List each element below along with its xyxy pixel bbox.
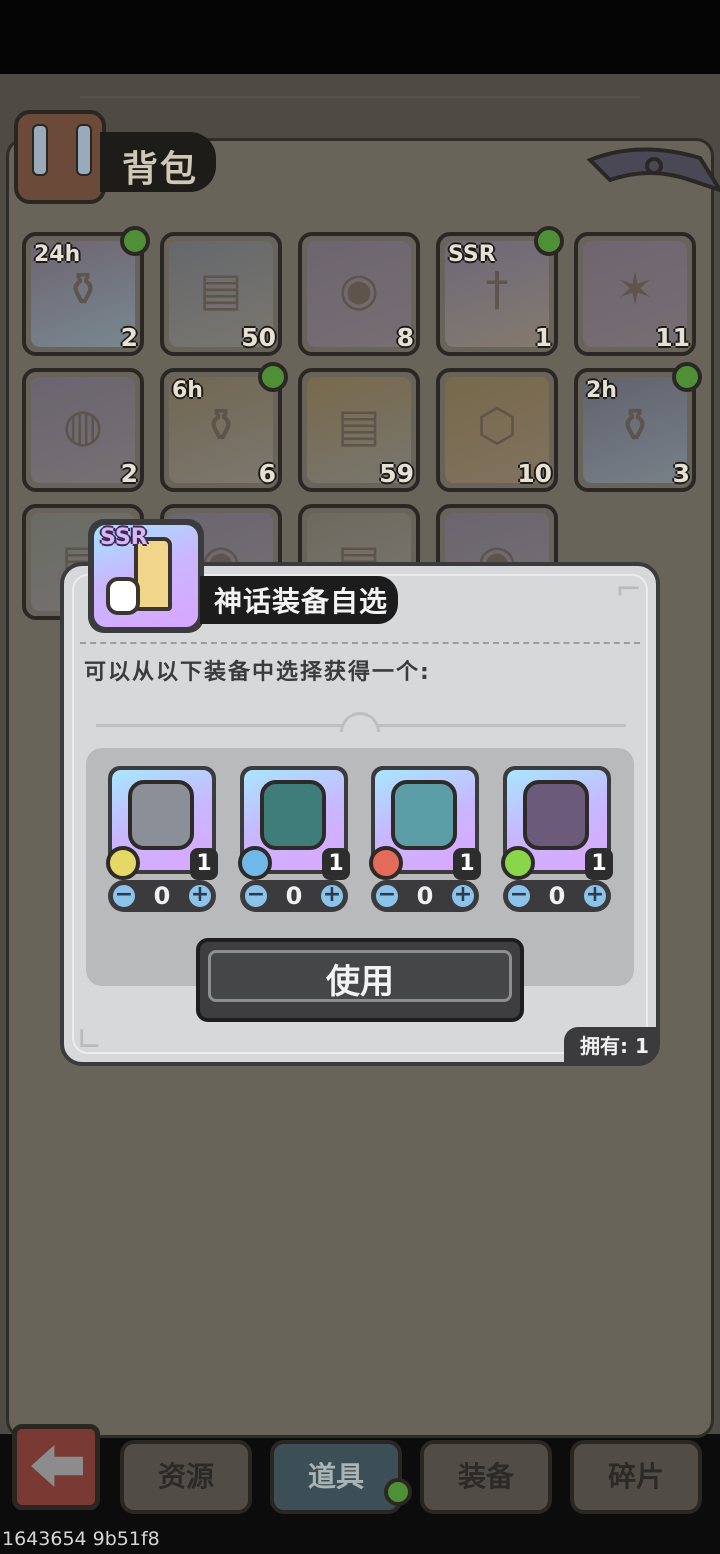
inventory-slot[interactable]: ⚱ 24h 2 (22, 226, 150, 356)
new-item-dot (120, 226, 150, 256)
equipment-option[interactable]: 1 (501, 766, 613, 880)
slot-count: 1 (534, 323, 552, 352)
quantity-stepper: −0 + (371, 880, 479, 912)
plus-button[interactable]: + (449, 882, 477, 910)
slot-count: 6 (258, 459, 276, 488)
equipment-option[interactable]: 1 (106, 766, 218, 880)
key-shield-icon: ⬡ (476, 398, 518, 452)
owned-count: 拥有: 1 (564, 1027, 658, 1065)
inventory-slot[interactable]: ◉ 8 (298, 232, 420, 356)
minus-button[interactable]: − (505, 882, 533, 910)
backpack-icon (14, 110, 106, 204)
equipment-count: 1 (453, 848, 481, 880)
dashed-divider (80, 642, 640, 644)
equipment-option[interactable]: 1 (238, 766, 350, 880)
status-bar (0, 0, 720, 74)
slot-tag: 2h (586, 378, 617, 403)
inventory-slot[interactable]: ⚱ 2h 3 (574, 362, 702, 492)
ssr-sword-icon: † (485, 262, 509, 316)
bag-title: 背包 (122, 149, 199, 190)
tab-resources[interactable]: 资源 (120, 1440, 252, 1514)
equipment-count: 1 (585, 848, 613, 880)
slot-count: 50 (241, 323, 276, 352)
equipment-option[interactable]: 1 (369, 766, 481, 880)
inventory-slot[interactable]: ⚱ 6h 6 (160, 362, 288, 492)
inventory-slot[interactable]: ⬡ 10 (436, 368, 558, 492)
mask-icon: ◍ (62, 398, 104, 452)
plus-button[interactable]: + (318, 882, 346, 910)
water-element-icon (238, 846, 272, 880)
notification-dot (384, 1478, 412, 1506)
hand-pointer-icon (106, 577, 140, 615)
quantity-value: 0 (548, 882, 566, 910)
equipment-count: 1 (322, 848, 350, 880)
dialog-title: 神话装备自选 (214, 585, 389, 618)
quantity-value: 0 (416, 882, 434, 910)
inventory-slot[interactable]: ▤ 50 (160, 232, 282, 356)
slot-count: 3 (672, 459, 690, 488)
back-button[interactable] (12, 1424, 100, 1510)
spell-book-icon: ▤ (199, 262, 243, 316)
quantity-stepper: −0 + (240, 880, 348, 912)
slot-count: 11 (655, 323, 690, 352)
tab-equipment[interactable]: 装备 (420, 1440, 552, 1514)
slot-count: 10 (517, 459, 552, 488)
quantity-value: 0 (285, 882, 303, 910)
minus-button[interactable]: − (110, 882, 138, 910)
fire-element-icon (369, 846, 403, 880)
potion-bottle-icon: ⚱ (615, 398, 655, 452)
corner-swirl-icon: ∟ (76, 1020, 103, 1058)
watermark-text: 1643654 9b51f8 (2, 1528, 160, 1550)
equipment-count: 1 (190, 848, 218, 880)
game-screen: 背包 ⚱ 24h 2 ▤ 50 ◉ 8 † SSR 1 ✶ 11 ◍ 2 ⚱ 6h 6 ▤ 59 ⬡ 10 ⚱ 2h 3 ▤ ◉ ▤… (0, 0, 720, 1554)
plus-button[interactable]: + (186, 882, 214, 910)
plus-button[interactable]: + (581, 882, 609, 910)
slot-count: 2 (120, 323, 138, 352)
bottom-tab-bar: 资源 道具 装备 碎片 (0, 1420, 720, 1520)
quantity-value: 0 (153, 882, 171, 910)
slot-tag: 6h (172, 378, 203, 403)
ssr-tag: SSR (100, 525, 148, 550)
armor-orb-icon: ◉ (338, 262, 380, 316)
corner-swirl-icon: ⌐ (615, 570, 642, 608)
spell-book-icon: ▤ (337, 398, 381, 452)
quantity-stepper: −0 + (108, 880, 216, 912)
inventory-slot[interactable]: † SSR 1 (436, 226, 564, 356)
new-item-dot (672, 362, 702, 392)
earth-element-icon (106, 846, 140, 880)
corner-ornament-icon (586, 147, 720, 193)
use-button[interactable]: 使用 (196, 938, 524, 1022)
minus-button[interactable]: − (373, 882, 401, 910)
slot-tag: SSR (448, 242, 496, 267)
bag-header: 背包 (14, 108, 216, 204)
dialog-description: 可以从以下装备中选择获得一个: (84, 660, 431, 685)
star-orb-icon: ✶ (615, 262, 655, 316)
helmet-icon (523, 780, 589, 850)
new-item-dot (534, 226, 564, 256)
armor-chestplate-icon (128, 780, 194, 850)
potion-bottle-icon: ⚱ (63, 262, 103, 316)
chest-item-icon: SSR (88, 519, 204, 633)
sword-icon (391, 780, 457, 850)
use-button-label: 使用 (326, 962, 394, 1002)
inventory-slot[interactable]: ◍ 2 (22, 368, 144, 492)
quantity-stepper: −0 + (503, 880, 611, 912)
ring-icon (260, 780, 326, 850)
potion-bottle-icon: ⚱ (201, 398, 241, 452)
slot-count: 8 (396, 323, 414, 352)
slot-count: 2 (120, 459, 138, 488)
back-arrow-icon (31, 1445, 83, 1487)
tab-fragments[interactable]: 碎片 (570, 1440, 702, 1514)
wind-element-icon (501, 846, 535, 880)
new-item-dot (258, 362, 288, 392)
slot-count: 59 (379, 459, 414, 488)
inventory-slot[interactable]: ▤ 59 (298, 368, 420, 492)
inventory-slot[interactable]: ✶ 11 (574, 232, 696, 356)
tab-items[interactable]: 道具 (270, 1440, 402, 1514)
slot-tag: 24h (34, 242, 81, 267)
minus-button[interactable]: − (242, 882, 270, 910)
